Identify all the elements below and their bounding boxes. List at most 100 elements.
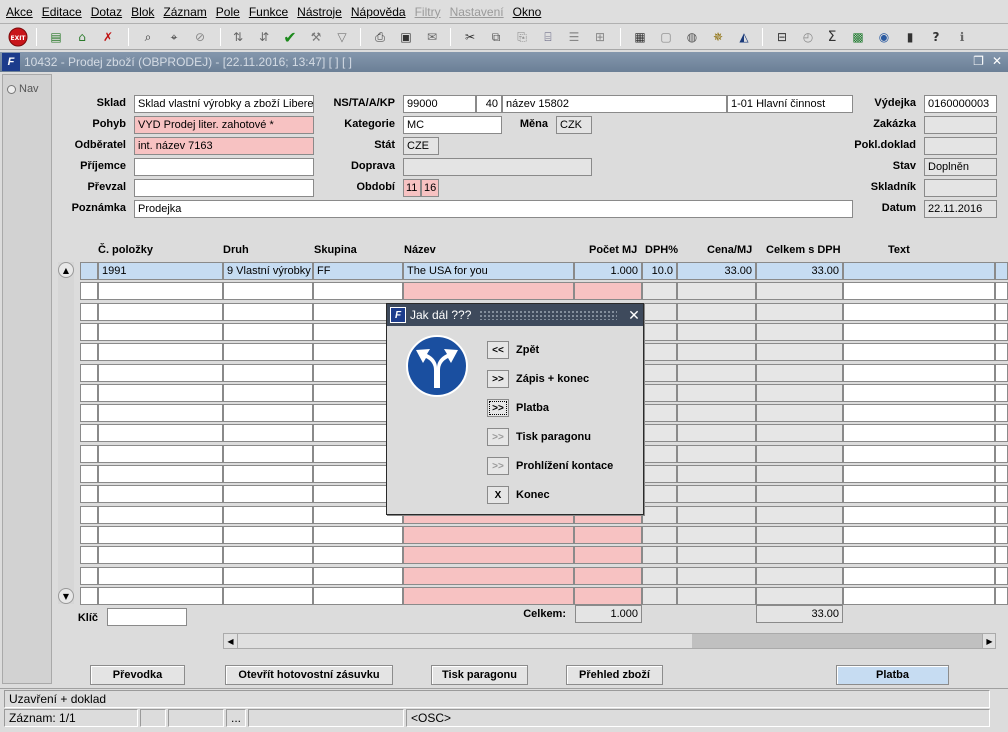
exit-icon[interactable]: EXIT xyxy=(8,27,28,47)
cell-sel[interactable] xyxy=(80,587,98,605)
cell-dph[interactable] xyxy=(642,567,677,585)
cell-druh[interactable] xyxy=(223,424,313,442)
cell-sel[interactable] xyxy=(80,526,98,544)
copy-icon[interactable]: ⧉ xyxy=(486,27,506,47)
save-icon[interactable]: ⌂ xyxy=(72,27,92,47)
sort-desc-icon[interactable]: ⇵ xyxy=(254,27,274,47)
globe-icon[interactable]: ◍ xyxy=(682,27,702,47)
sum-icon[interactable]: Σ xyxy=(822,27,842,47)
cell-skupina[interactable] xyxy=(313,546,403,564)
table-scrollbar[interactable]: ▲ ▼ xyxy=(58,262,74,604)
cell-cena[interactable] xyxy=(677,587,756,605)
cell-celkem[interactable] xyxy=(756,343,843,361)
cell-celkem[interactable] xyxy=(756,303,843,321)
cell-sel[interactable] xyxy=(80,303,98,321)
klic-field[interactable] xyxy=(107,608,187,626)
cell-skupina[interactable] xyxy=(313,587,403,605)
list-icon[interactable]: ☰ xyxy=(564,27,584,47)
sklad-field[interactable]: Sklad vlastní výrobky a zboží Liberec xyxy=(134,95,314,113)
print-icon[interactable]: ⎙ xyxy=(370,27,390,47)
cell-text[interactable] xyxy=(843,262,995,280)
cell-nazev[interactable] xyxy=(403,282,574,300)
cell-dph[interactable] xyxy=(642,424,677,442)
cell-nazev[interactable] xyxy=(403,587,574,605)
cell-celkem[interactable] xyxy=(756,323,843,341)
cell-cislo[interactable] xyxy=(98,364,223,382)
cell-sel[interactable] xyxy=(80,404,98,422)
cell-druh[interactable] xyxy=(223,526,313,544)
pohyb-field[interactable]: VYD Prodej liter. zahotové * xyxy=(134,116,314,134)
dialog-option-5-button[interactable]: >> xyxy=(487,457,509,475)
menu-okno[interactable]: Okno xyxy=(513,5,542,19)
menu-pole[interactable]: Pole xyxy=(216,5,240,19)
cell-druh[interactable] xyxy=(223,343,313,361)
cell-cena[interactable] xyxy=(677,323,756,341)
vydejka-field[interactable]: 0160000003 xyxy=(924,95,997,113)
menu-napoveda[interactable]: Nápověda xyxy=(351,5,406,19)
dialog-option-6-button[interactable]: X xyxy=(487,486,509,504)
excel-icon[interactable]: ▩ xyxy=(848,27,868,47)
prijemce-field[interactable] xyxy=(134,158,314,176)
cell-cena[interactable] xyxy=(677,506,756,524)
cell-text[interactable] xyxy=(843,404,995,422)
menu-funkce[interactable]: Funkce xyxy=(249,5,288,19)
document-icon[interactable]: ▦ xyxy=(630,27,650,47)
cell-pocet[interactable] xyxy=(574,587,642,605)
cell-text[interactable] xyxy=(843,587,995,605)
scroll-down-icon[interactable]: ▼ xyxy=(58,588,74,604)
sort-asc-icon[interactable]: ⇅ xyxy=(228,27,248,47)
menu-editace[interactable]: Editace xyxy=(42,5,82,19)
pokl-doklad-field[interactable] xyxy=(924,137,997,155)
print-receipt-button[interactable]: Tisk paragonu xyxy=(431,665,528,685)
pin-icon[interactable]: ▮ xyxy=(900,27,920,47)
cell-skupina[interactable]: FF xyxy=(313,262,403,280)
cell-druh[interactable] xyxy=(223,364,313,382)
cell-nazev[interactable]: The USA for you xyxy=(403,262,574,280)
skladnik-field[interactable] xyxy=(924,179,997,197)
cell-celkem[interactable] xyxy=(756,364,843,382)
horizontal-scrollbar[interactable]: ◀ ▶ xyxy=(223,633,996,649)
cell-druh[interactable] xyxy=(223,282,313,300)
cell-druh[interactable] xyxy=(223,506,313,524)
doprava-field[interactable] xyxy=(403,158,592,176)
cell-cislo[interactable] xyxy=(98,506,223,524)
cell-nazev[interactable] xyxy=(403,546,574,564)
ta-field[interactable]: 40 xyxy=(476,95,502,113)
cell-dph[interactable] xyxy=(642,303,677,321)
menu-zaznam[interactable]: Záznam xyxy=(163,5,206,19)
cell-pocet[interactable]: 1.000 xyxy=(574,262,642,280)
cell-text[interactable] xyxy=(843,384,995,402)
cell-sel[interactable] xyxy=(80,384,98,402)
cell-text[interactable] xyxy=(843,364,995,382)
cell-celkem[interactable] xyxy=(756,526,843,544)
word-icon[interactable]: ◉ xyxy=(874,27,894,47)
stat-field[interactable]: CZE xyxy=(403,137,439,155)
email-icon[interactable]: ✉ xyxy=(422,27,442,47)
cell-cislo[interactable] xyxy=(98,485,223,503)
menu-akce[interactable]: Akce xyxy=(6,5,33,19)
obdobi-year-field[interactable]: 16 xyxy=(421,179,439,197)
cell-cislo[interactable] xyxy=(98,526,223,544)
dialog-option-2-button[interactable]: >> xyxy=(487,370,509,388)
cell-cena[interactable] xyxy=(677,465,756,483)
cell-skupina[interactable] xyxy=(313,526,403,544)
menu-blok[interactable]: Blok xyxy=(131,5,154,19)
cell-pocet[interactable] xyxy=(574,567,642,585)
cell-cislo[interactable] xyxy=(98,424,223,442)
cell-cislo[interactable] xyxy=(98,343,223,361)
zakazka-field[interactable] xyxy=(924,116,997,134)
cell-druh[interactable] xyxy=(223,546,313,564)
cell-skupina[interactable] xyxy=(313,567,403,585)
datum-field[interactable]: 22.11.2016 xyxy=(924,200,997,218)
gauge-icon[interactable]: ◴ xyxy=(798,27,818,47)
cell-skupina[interactable] xyxy=(313,282,403,300)
cell-nazev[interactable] xyxy=(403,567,574,585)
insert-record-icon[interactable]: ▤ xyxy=(46,27,66,47)
mena-field[interactable]: CZK xyxy=(556,116,592,134)
search-records-icon[interactable]: ⌸ xyxy=(538,27,558,47)
cell-sel[interactable] xyxy=(80,567,98,585)
scissors-icon[interactable]: ✂ xyxy=(460,27,480,47)
cell-dph[interactable] xyxy=(642,445,677,463)
dialog-close-icon[interactable]: ✕ xyxy=(625,307,643,324)
prevodka-button[interactable]: Převodka xyxy=(90,665,185,685)
